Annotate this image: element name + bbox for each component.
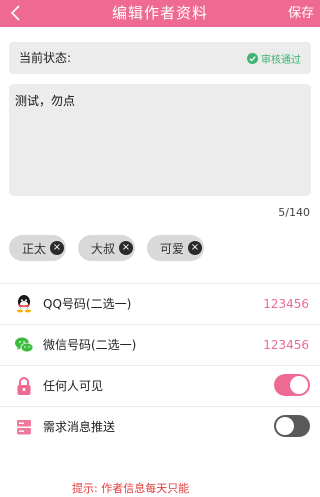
remove-tag-icon[interactable]: × [50, 241, 64, 255]
wechat-value: 123456 [263, 338, 309, 352]
tag-label: 可爱 [160, 241, 185, 256]
tag-label: 正太 [22, 241, 47, 256]
description-textarea[interactable]: 测试，勿点 [9, 84, 311, 196]
visibility-toggle[interactable] [274, 374, 310, 396]
push-toggle[interactable] [274, 415, 310, 437]
qq-label: QQ号码(二选一) [43, 297, 132, 311]
qq-icon [17, 295, 31, 313]
description-text: 测试，勿点 [15, 94, 76, 108]
page-title: 编辑作者资料 [111, 4, 208, 22]
wechat-icon [15, 337, 34, 353]
status-panel: 当前状态: 审核通过 [9, 42, 311, 74]
check-circle-icon [247, 52, 258, 64]
wechat-label: 微信号码(二选一) [43, 338, 137, 352]
toggle-knob [290, 376, 308, 394]
push-label: 需求消息推送 [43, 420, 116, 434]
save-button[interactable]: 保存 [288, 0, 314, 27]
char-counter: 5/140 [278, 206, 310, 219]
wechat-row[interactable]: 微信号码(二选一) 123456 [0, 325, 320, 365]
tag-chip[interactable]: 正太 × [9, 235, 66, 261]
visibility-label: 任何人可见 [43, 379, 104, 393]
status-label: 当前状态: [19, 51, 72, 65]
remove-tag-icon[interactable]: × [188, 241, 202, 255]
status-badge: 审核通过 [247, 42, 301, 74]
server-icon [17, 420, 31, 435]
tag-chip[interactable]: 大叔 × [78, 235, 135, 261]
lock-icon [17, 377, 31, 395]
remove-tag-icon[interactable]: × [119, 241, 133, 255]
hint-text: 提示: 作者信息每天只能 [72, 482, 190, 495]
toggle-knob [276, 417, 294, 435]
tag-chip[interactable]: 可爱 × [147, 235, 204, 261]
status-value: 审核通过 [261, 54, 301, 66]
header-bar: 编辑作者资料 保存 [0, 0, 320, 27]
push-row: 需求消息推送 [0, 407, 320, 447]
qq-row[interactable]: QQ号码(二选一) 123456 [0, 284, 320, 324]
qq-value: 123456 [263, 297, 309, 311]
visibility-row: 任何人可见 [0, 366, 320, 406]
tag-label: 大叔 [91, 241, 116, 256]
